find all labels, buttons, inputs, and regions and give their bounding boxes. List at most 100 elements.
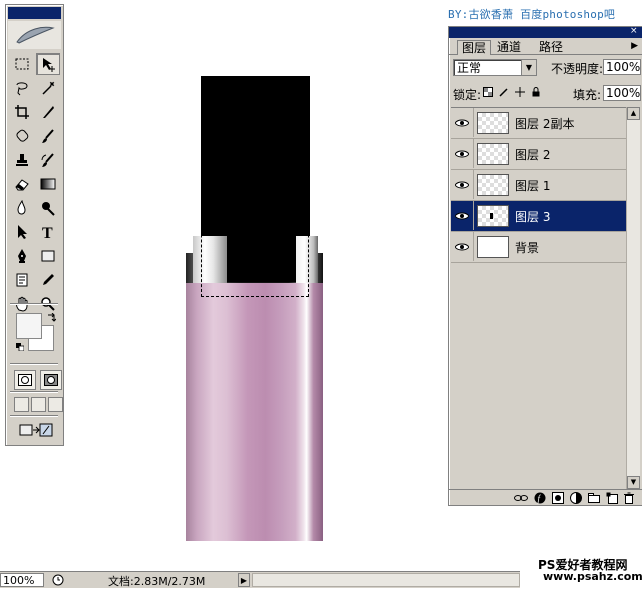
lock-transparency-icon[interactable] <box>483 87 493 97</box>
magic-wand-tool-button[interactable] <box>36 77 60 99</box>
pen-tool-button[interactable] <box>10 245 34 267</box>
new-layer-icon[interactable] <box>606 492 618 504</box>
notes-tool-button[interactable] <box>10 269 34 291</box>
horizontal-scrollbar[interactable] <box>252 573 520 587</box>
move-tool-button[interactable] <box>36 53 60 75</box>
fill-label: 填充: <box>573 88 602 102</box>
dodge-icon <box>42 202 55 216</box>
color-swatches[interactable] <box>16 313 60 357</box>
layers-palette: × 图层 通道 路径 ▶ 正常 ▼ 不透明度: 100% 锁定: 填充: 100%… <box>448 26 642 506</box>
default-colors-icon[interactable] <box>16 343 24 351</box>
layers-scrollbar[interactable]: ▲ ▼ <box>626 107 640 489</box>
zoom-field[interactable]: 100% <box>0 573 44 587</box>
layer-thumbnail[interactable] <box>477 236 509 258</box>
full-screen-menu-mode-button[interactable] <box>31 397 46 412</box>
lock-all-icon[interactable] <box>531 87 541 97</box>
full-screen-mode-button[interactable] <box>48 397 63 412</box>
blend-mode-select[interactable]: 正常 ▼ <box>453 59 537 76</box>
close-icon[interactable]: × <box>630 27 638 36</box>
layers-bottom-toolbar: f <box>449 489 642 505</box>
clone-stamp-icon <box>16 154 28 166</box>
tab-channels[interactable]: 通道 <box>493 40 525 54</box>
notes-icon <box>16 273 28 287</box>
palette-menu-icon[interactable]: ▶ <box>631 41 638 51</box>
lasso-tool-button[interactable] <box>10 77 34 99</box>
blur-icon <box>17 200 26 215</box>
new-group-icon[interactable] <box>588 492 600 503</box>
layer-row[interactable]: 图层 1 <box>451 170 626 201</box>
layer-thumbnail[interactable] <box>477 205 509 227</box>
visibility-eye-icon[interactable] <box>451 201 474 230</box>
layer-thumbnail[interactable] <box>477 112 509 134</box>
layer-name: 图层 3 <box>515 210 551 224</box>
add-mask-icon[interactable] <box>552 491 564 504</box>
brush-tool-button[interactable] <box>36 125 60 147</box>
bottle-body-layer <box>186 283 323 541</box>
lasso-icon <box>16 82 28 96</box>
layer-thumbnail[interactable] <box>477 143 509 165</box>
slice-tool-button[interactable] <box>36 101 60 123</box>
document-canvas[interactable] <box>0 0 450 570</box>
watermark-url: www.psahz.com <box>543 570 642 583</box>
trash-icon[interactable] <box>624 492 634 504</box>
link-layers-icon[interactable] <box>514 493 528 503</box>
slice-icon <box>43 106 54 118</box>
status-menu-arrow-icon[interactable]: ▶ <box>238 573 250 587</box>
layer-thumbnail[interactable] <box>477 174 509 196</box>
path-selection-icon <box>18 225 27 239</box>
layers-titlebar[interactable]: × <box>449 27 642 38</box>
visibility-eye-icon[interactable] <box>451 139 474 168</box>
adjustment-layer-icon[interactable] <box>570 491 582 504</box>
layer-row[interactable]: 图层 2 <box>451 139 626 170</box>
layer-row[interactable]: 图层 3 <box>451 201 626 232</box>
visibility-eye-icon[interactable] <box>451 108 474 137</box>
lock-position-icon[interactable] <box>515 87 525 97</box>
path-selection-tool-button[interactable] <box>10 221 34 243</box>
scroll-up-icon[interactable]: ▲ <box>627 107 640 120</box>
scroll-down-icon[interactable]: ▼ <box>627 476 640 489</box>
healing-brush-icon <box>16 129 29 142</box>
history-brush-tool-button[interactable] <box>36 149 60 171</box>
tab-layers[interactable]: 图层 <box>457 40 492 55</box>
layer-row[interactable]: 背景 <box>451 232 626 263</box>
rectangular-marquee-tool-button[interactable] <box>10 53 34 75</box>
brush-icon <box>42 129 54 143</box>
chevron-down-icon[interactable]: ▼ <box>521 60 536 75</box>
dodge-tool-button[interactable] <box>36 197 60 219</box>
tools-titlebar[interactable] <box>8 7 61 19</box>
visibility-eye-icon[interactable] <box>451 232 474 261</box>
swap-colors-icon[interactable] <box>46 313 56 323</box>
tab-paths[interactable]: 路径 <box>535 40 567 54</box>
type-icon: T <box>42 225 53 240</box>
lock-pixels-icon[interactable] <box>499 87 509 97</box>
crop-tool-button[interactable] <box>10 101 34 123</box>
standard-screen-mode-button[interactable] <box>14 397 29 412</box>
opacity-field[interactable]: 100% <box>603 59 641 75</box>
type-tool-button[interactable]: T <box>36 221 60 243</box>
eyedropper-icon <box>43 274 54 285</box>
eraser-icon <box>15 179 29 191</box>
gradient-tool-button[interactable] <box>36 173 60 195</box>
photoshop-feather-logo[interactable] <box>8 21 61 49</box>
fill-field[interactable]: 100% <box>603 85 641 101</box>
clone-stamp-tool-button[interactable] <box>10 149 34 171</box>
layer-style-icon[interactable]: f <box>534 492 546 504</box>
jump-to-imageready-button[interactable] <box>16 421 56 439</box>
lock-label: 锁定: <box>453 88 482 102</box>
rectangular-marquee-icon <box>15 58 29 70</box>
healing-brush-tool-button[interactable] <box>10 125 34 147</box>
visibility-eye-icon[interactable] <box>451 170 474 199</box>
eraser-tool-button[interactable] <box>10 173 34 195</box>
blur-tool-button[interactable] <box>10 197 34 219</box>
shape-tool-button[interactable] <box>36 245 60 267</box>
quick-mask-mode-button[interactable] <box>40 370 62 390</box>
layer-row[interactable]: 图层 2副本 <box>451 108 626 139</box>
foreground-color-swatch[interactable] <box>16 313 42 339</box>
document-status-icon[interactable] <box>52 574 64 586</box>
eyedropper-tool-button[interactable] <box>36 269 60 291</box>
move-icon <box>43 58 55 72</box>
layer-name: 图层 1 <box>515 179 551 193</box>
standard-mode-button[interactable] <box>14 370 36 390</box>
layer-list: 图层 2副本 图层 2 图层 1 图层 3 背景 <box>451 107 626 490</box>
magic-wand-icon <box>42 81 55 95</box>
